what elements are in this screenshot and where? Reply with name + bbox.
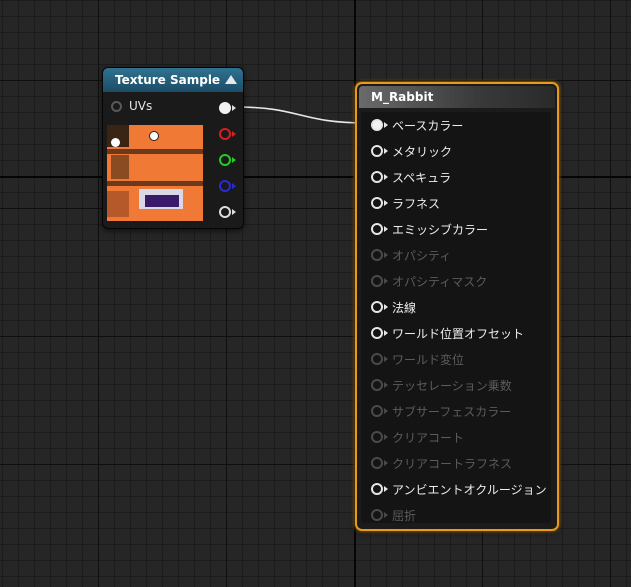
texture-patch bbox=[111, 155, 129, 179]
texture-sample-node[interactable]: Texture Sample UVs bbox=[102, 67, 244, 229]
output-pin-a-icon[interactable] bbox=[219, 206, 231, 218]
texture-band bbox=[107, 181, 203, 186]
pin-arrow-icon bbox=[384, 408, 388, 414]
material-input-pin-row[interactable]: オパシティマスク bbox=[371, 271, 487, 291]
pin-arrow-icon bbox=[384, 330, 388, 336]
material-node-title: M_Rabbit bbox=[371, 90, 434, 104]
input-pin-icon[interactable] bbox=[371, 223, 383, 235]
input-pin-label: スペキュラ bbox=[392, 170, 452, 185]
input-pin-label: テッセレーション乗数 bbox=[392, 378, 512, 393]
input-pin-icon[interactable] bbox=[371, 301, 383, 313]
input-pin-icon[interactable] bbox=[371, 327, 383, 339]
uv-input-label: UVs bbox=[129, 99, 153, 113]
material-input-pin-row[interactable]: オパシティ bbox=[371, 245, 451, 265]
pin-arrow-icon bbox=[232, 209, 236, 215]
pin-arrow-icon bbox=[232, 183, 236, 189]
texture-sample-header[interactable]: Texture Sample bbox=[103, 68, 243, 92]
material-input-pin-row[interactable]: エミッシブカラー bbox=[371, 219, 488, 239]
texture-sample-title: Texture Sample bbox=[115, 73, 221, 87]
output-pin-r[interactable] bbox=[219, 128, 236, 140]
input-pin-label: エミッシブカラー bbox=[392, 222, 489, 237]
material-input-pin-row[interactable]: クリアコート bbox=[371, 427, 464, 447]
material-input-pin-row[interactable]: ベースカラー bbox=[371, 115, 463, 135]
input-pin-label: クリアコート bbox=[392, 430, 465, 445]
input-pin-label: 屈折 bbox=[392, 508, 417, 523]
texture-patch bbox=[149, 131, 159, 141]
pin-arrow-icon bbox=[232, 105, 236, 111]
input-pin-icon[interactable] bbox=[371, 457, 383, 469]
input-pin-icon[interactable] bbox=[371, 379, 383, 391]
input-pin-label: メタリック bbox=[392, 144, 453, 159]
texture-patch bbox=[107, 191, 129, 217]
material-node-header[interactable]: M_Rabbit bbox=[359, 86, 555, 108]
pin-arrow-icon bbox=[384, 304, 388, 310]
input-pin-label: オパシティマスク bbox=[392, 274, 488, 289]
pin-arrow-icon bbox=[384, 226, 388, 232]
pin-arrow-icon bbox=[384, 122, 388, 128]
output-pin-r-icon[interactable] bbox=[219, 128, 231, 140]
material-result-node[interactable]: M_Rabbit ベースカラー メタリックスペキュララフネスエミッシブカラー オパシ… bbox=[355, 82, 559, 531]
uv-input-pin-row[interactable]: UVs bbox=[111, 99, 152, 113]
pin-arrow-icon bbox=[384, 434, 388, 440]
output-pin-rgb-icon[interactable] bbox=[219, 102, 231, 114]
material-input-pin-row[interactable]: メタリック bbox=[371, 141, 452, 161]
material-input-pin-row[interactable]: スペキュラ bbox=[371, 167, 451, 187]
material-input-list: ベースカラー メタリックスペキュララフネスエミッシブカラー オパシティオパシティマス… bbox=[361, 112, 551, 523]
pin-arrow-icon bbox=[384, 278, 388, 284]
input-pin-label: ラフネス bbox=[392, 196, 441, 211]
material-input-pin-row[interactable]: ワールド変位 bbox=[371, 349, 464, 369]
input-pin-label: オパシティ bbox=[392, 248, 452, 263]
input-pin-icon[interactable] bbox=[371, 119, 383, 131]
output-pin-g-icon[interactable] bbox=[219, 154, 231, 166]
texture-patch bbox=[111, 138, 120, 147]
input-pin-label: クリアコートラフネス bbox=[392, 456, 513, 471]
input-pin-label: ベースカラー bbox=[392, 118, 464, 133]
material-input-pin-row[interactable]: ワールド位置オフセット bbox=[371, 323, 524, 343]
material-input-pin-row[interactable]: サブサーフェスカラー bbox=[371, 401, 511, 421]
output-pin-a[interactable] bbox=[219, 206, 236, 218]
output-pin-g[interactable] bbox=[219, 154, 236, 166]
input-pin-icon[interactable] bbox=[371, 145, 383, 157]
pin-arrow-icon bbox=[384, 356, 388, 362]
pin-arrow-icon bbox=[384, 460, 388, 466]
input-pin-icon[interactable] bbox=[371, 275, 383, 287]
material-input-pin-row[interactable]: テッセレーション乗数 bbox=[371, 375, 512, 395]
input-pin-label: ワールド位置オフセット bbox=[392, 326, 525, 341]
pin-arrow-icon bbox=[384, 200, 388, 206]
input-pin-icon[interactable] bbox=[371, 431, 383, 443]
pin-arrow-icon bbox=[232, 131, 236, 137]
input-pin-label: ワールド変位 bbox=[392, 352, 465, 367]
input-pin-label: 法線 bbox=[392, 300, 417, 315]
pin-arrow-icon bbox=[384, 252, 388, 258]
input-pin-label: アンビエントオクルージョン bbox=[392, 482, 547, 497]
input-pin-icon[interactable] bbox=[371, 353, 383, 365]
input-pin-icon[interactable] bbox=[371, 171, 383, 183]
pin-arrow-icon bbox=[232, 157, 236, 163]
material-input-pin-row[interactable]: アンビエントオクルージョン bbox=[371, 479, 547, 499]
input-pin-icon[interactable] bbox=[371, 197, 383, 209]
output-pin-b-icon[interactable] bbox=[219, 180, 231, 192]
pin-arrow-icon bbox=[384, 512, 388, 518]
input-pin-label: サブサーフェスカラー bbox=[392, 404, 512, 419]
output-pin-b[interactable] bbox=[219, 180, 236, 192]
texture-preview-thumbnail bbox=[107, 125, 203, 221]
input-pin-icon[interactable] bbox=[371, 483, 383, 495]
pin-arrow-icon bbox=[384, 382, 388, 388]
pin-arrow-icon bbox=[384, 174, 388, 180]
input-pin-icon[interactable] bbox=[371, 249, 383, 261]
wire-rgb-to-base-color[interactable] bbox=[235, 106, 367, 124]
texture-band bbox=[107, 149, 203, 154]
pin-arrow-icon bbox=[384, 148, 388, 154]
collapse-arrow-icon[interactable] bbox=[225, 75, 237, 84]
material-input-pin-row[interactable]: 法線 bbox=[371, 297, 416, 317]
input-pin-icon[interactable] bbox=[371, 509, 383, 521]
pin-arrow-icon bbox=[384, 486, 388, 492]
material-input-pin-row[interactable]: 屈折 bbox=[371, 505, 416, 525]
material-input-pin-row[interactable]: ラフネス bbox=[371, 193, 440, 213]
output-pin-rgb[interactable] bbox=[219, 102, 236, 114]
material-input-pin-row[interactable]: クリアコートラフネス bbox=[371, 453, 512, 473]
uv-input-pin-icon[interactable] bbox=[111, 100, 122, 112]
input-pin-icon[interactable] bbox=[371, 405, 383, 417]
texture-patch bbox=[145, 195, 179, 207]
